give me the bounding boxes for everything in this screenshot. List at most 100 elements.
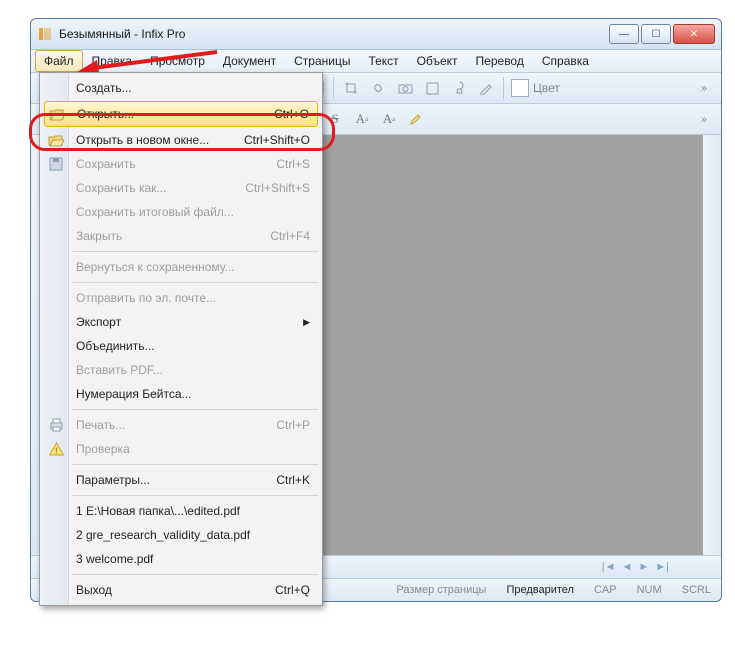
overflow-icon[interactable]: »: [691, 107, 715, 131]
file-menu-item: Отправить по эл. почте...: [42, 286, 320, 310]
menu-text[interactable]: Текст: [359, 50, 407, 72]
file-menu-item: Сохранить как... Ctrl+Shift+S: [42, 176, 320, 200]
highlight-icon[interactable]: [404, 107, 428, 131]
superscript-icon[interactable]: Aa: [350, 107, 374, 131]
file-menu-item[interactable]: Экспорт ▶: [42, 310, 320, 334]
stamp-icon[interactable]: [447, 76, 471, 100]
menu-item-shortcut: Ctrl+P: [276, 418, 310, 432]
file-menu-item[interactable]: 2 gre_research_validity_data.pdf: [42, 523, 320, 547]
menu-separator: [72, 251, 318, 252]
submenu-arrow-icon: ▶: [303, 317, 310, 328]
menu-item-label: Сохранить итоговый файл...: [76, 205, 234, 219]
menu-view[interactable]: Просмотр: [141, 50, 214, 72]
overflow-icon[interactable]: »: [691, 76, 715, 100]
menu-item-label: Экспорт: [76, 315, 121, 329]
menu-item-shortcut: Ctrl+Shift+O: [244, 133, 310, 147]
menu-item-label: Проверка: [76, 442, 130, 456]
app-icon: [37, 26, 53, 42]
menu-file[interactable]: Файл: [35, 50, 83, 72]
menu-item-shortcut: Ctrl+K: [276, 473, 310, 487]
file-menu-item: СохранитьCtrl+S: [42, 152, 320, 176]
page-first-icon[interactable]: |◄: [602, 561, 616, 573]
menu-separator: [72, 464, 318, 465]
file-menu-item[interactable]: Открыть в новом окне...Ctrl+Shift+O: [42, 128, 320, 152]
file-menu-item[interactable]: Нумерация Бейтса...: [42, 382, 320, 406]
menu-object[interactable]: Объект: [408, 50, 467, 72]
vertical-scrollbar[interactable]: [703, 135, 721, 555]
menu-item-label: Параметры...: [76, 473, 150, 487]
menu-item-label: Закрыть: [76, 229, 122, 243]
menu-separator: [72, 574, 318, 575]
menu-separator: [72, 409, 318, 410]
menu-item-label: Вернуться к сохраненному...: [76, 260, 235, 274]
menubar: Файл Правка Просмотр Документ Страницы Т…: [31, 50, 721, 73]
menu-item-label: Создать...: [76, 81, 132, 95]
window-title: Безымянный - Infix Pro: [59, 27, 607, 41]
menu-help[interactable]: Справка: [533, 50, 598, 72]
menu-item-label: Отправить по эл. почте...: [76, 291, 216, 305]
menu-item-label: Вставить PDF...: [76, 363, 163, 377]
status-num: NUM: [633, 584, 666, 596]
menu-item-shortcut: Ctrl+Q: [275, 583, 310, 597]
file-menu-item: Вернуться к сохраненному...: [42, 255, 320, 279]
page-prev-icon[interactable]: ◄: [621, 561, 632, 573]
status-preview[interactable]: Предварител: [502, 584, 578, 596]
svg-text:!: !: [55, 446, 58, 456]
menu-item-label: Открыть...: [77, 107, 134, 121]
file-menu-item[interactable]: Выход Ctrl+Q: [42, 578, 320, 602]
close-button[interactable]: ✕: [673, 24, 715, 44]
save-icon: [47, 155, 65, 173]
status-cap: CAP: [590, 584, 621, 596]
menu-item-label: Нумерация Бейтса...: [76, 387, 192, 401]
color-swatch: [511, 79, 529, 97]
menu-pages[interactable]: Страницы: [285, 50, 359, 72]
status-scrl: SCRL: [678, 584, 715, 596]
menu-edit[interactable]: Правка: [83, 50, 142, 72]
menu-document[interactable]: Документ: [214, 50, 285, 72]
menu-separator: [72, 495, 318, 496]
page-next-icon[interactable]: ►: [638, 561, 649, 573]
file-menu-item: Печать... Ctrl+P: [42, 413, 320, 437]
file-menu-item[interactable]: Создать...: [42, 76, 320, 100]
file-menu-item: ЗакрытьCtrl+F4: [42, 224, 320, 248]
menu-item-label: Объединить...: [76, 339, 155, 353]
maximize-button[interactable]: ☐: [641, 24, 671, 44]
menu-item-shortcut: Ctrl+Shift+S: [245, 181, 310, 195]
toolbar-color[interactable]: Цвет: [511, 79, 560, 97]
open-icon: [47, 131, 65, 149]
menu-item-label: Выход: [76, 583, 112, 597]
pencil-icon[interactable]: [474, 76, 498, 100]
strike-icon[interactable]: S: [323, 107, 347, 131]
warn-icon: !: [47, 440, 65, 458]
link-icon[interactable]: [366, 76, 390, 100]
menu-item-label: Сохранить как...: [76, 181, 166, 195]
crop-icon[interactable]: [339, 76, 363, 100]
file-menu-item: Сохранить итоговый файл...: [42, 200, 320, 224]
menu-item-label: 1 E:\Новая папка\...\edited.pdf: [76, 504, 240, 518]
menu-item-label: Печать...: [76, 418, 125, 432]
print-icon: [47, 416, 65, 434]
file-menu-item[interactable]: 3 welcome.pdf: [42, 547, 320, 571]
note-icon[interactable]: [420, 76, 444, 100]
file-menu-item[interactable]: 1 E:\Новая папка\...\edited.pdf: [42, 499, 320, 523]
file-menu-item[interactable]: Параметры... Ctrl+K: [42, 468, 320, 492]
menu-item-label: Сохранить: [76, 157, 136, 171]
file-menu-item[interactable]: Объединить...: [42, 334, 320, 358]
file-menu-dropdown: Создать... Открыть... Ctrl+O Открыть в ново…: [39, 72, 323, 606]
menu-item-label: 3 welcome.pdf: [76, 552, 153, 566]
color-label: Цвет: [533, 81, 560, 95]
menu-item-shortcut: Ctrl+O: [274, 107, 309, 121]
menu-item-label: 2 gre_research_validity_data.pdf: [76, 528, 250, 542]
page-last-icon[interactable]: ►|: [655, 561, 669, 573]
menu-separator: [72, 282, 318, 283]
menu-translate[interactable]: Перевод: [467, 50, 533, 72]
toolbar-separator: [503, 77, 504, 99]
file-menu-item: ! Проверка: [42, 437, 320, 461]
titlebar[interactable]: Безымянный - Infix Pro — ☐ ✕: [31, 19, 721, 50]
open-icon: [48, 105, 66, 123]
subscript-icon[interactable]: Aa: [377, 107, 401, 131]
file-menu-item: Вставить PDF...: [42, 358, 320, 382]
camera-icon[interactable]: [393, 76, 417, 100]
file-menu-item[interactable]: Открыть... Ctrl+O: [44, 101, 318, 127]
minimize-button[interactable]: —: [609, 24, 639, 44]
